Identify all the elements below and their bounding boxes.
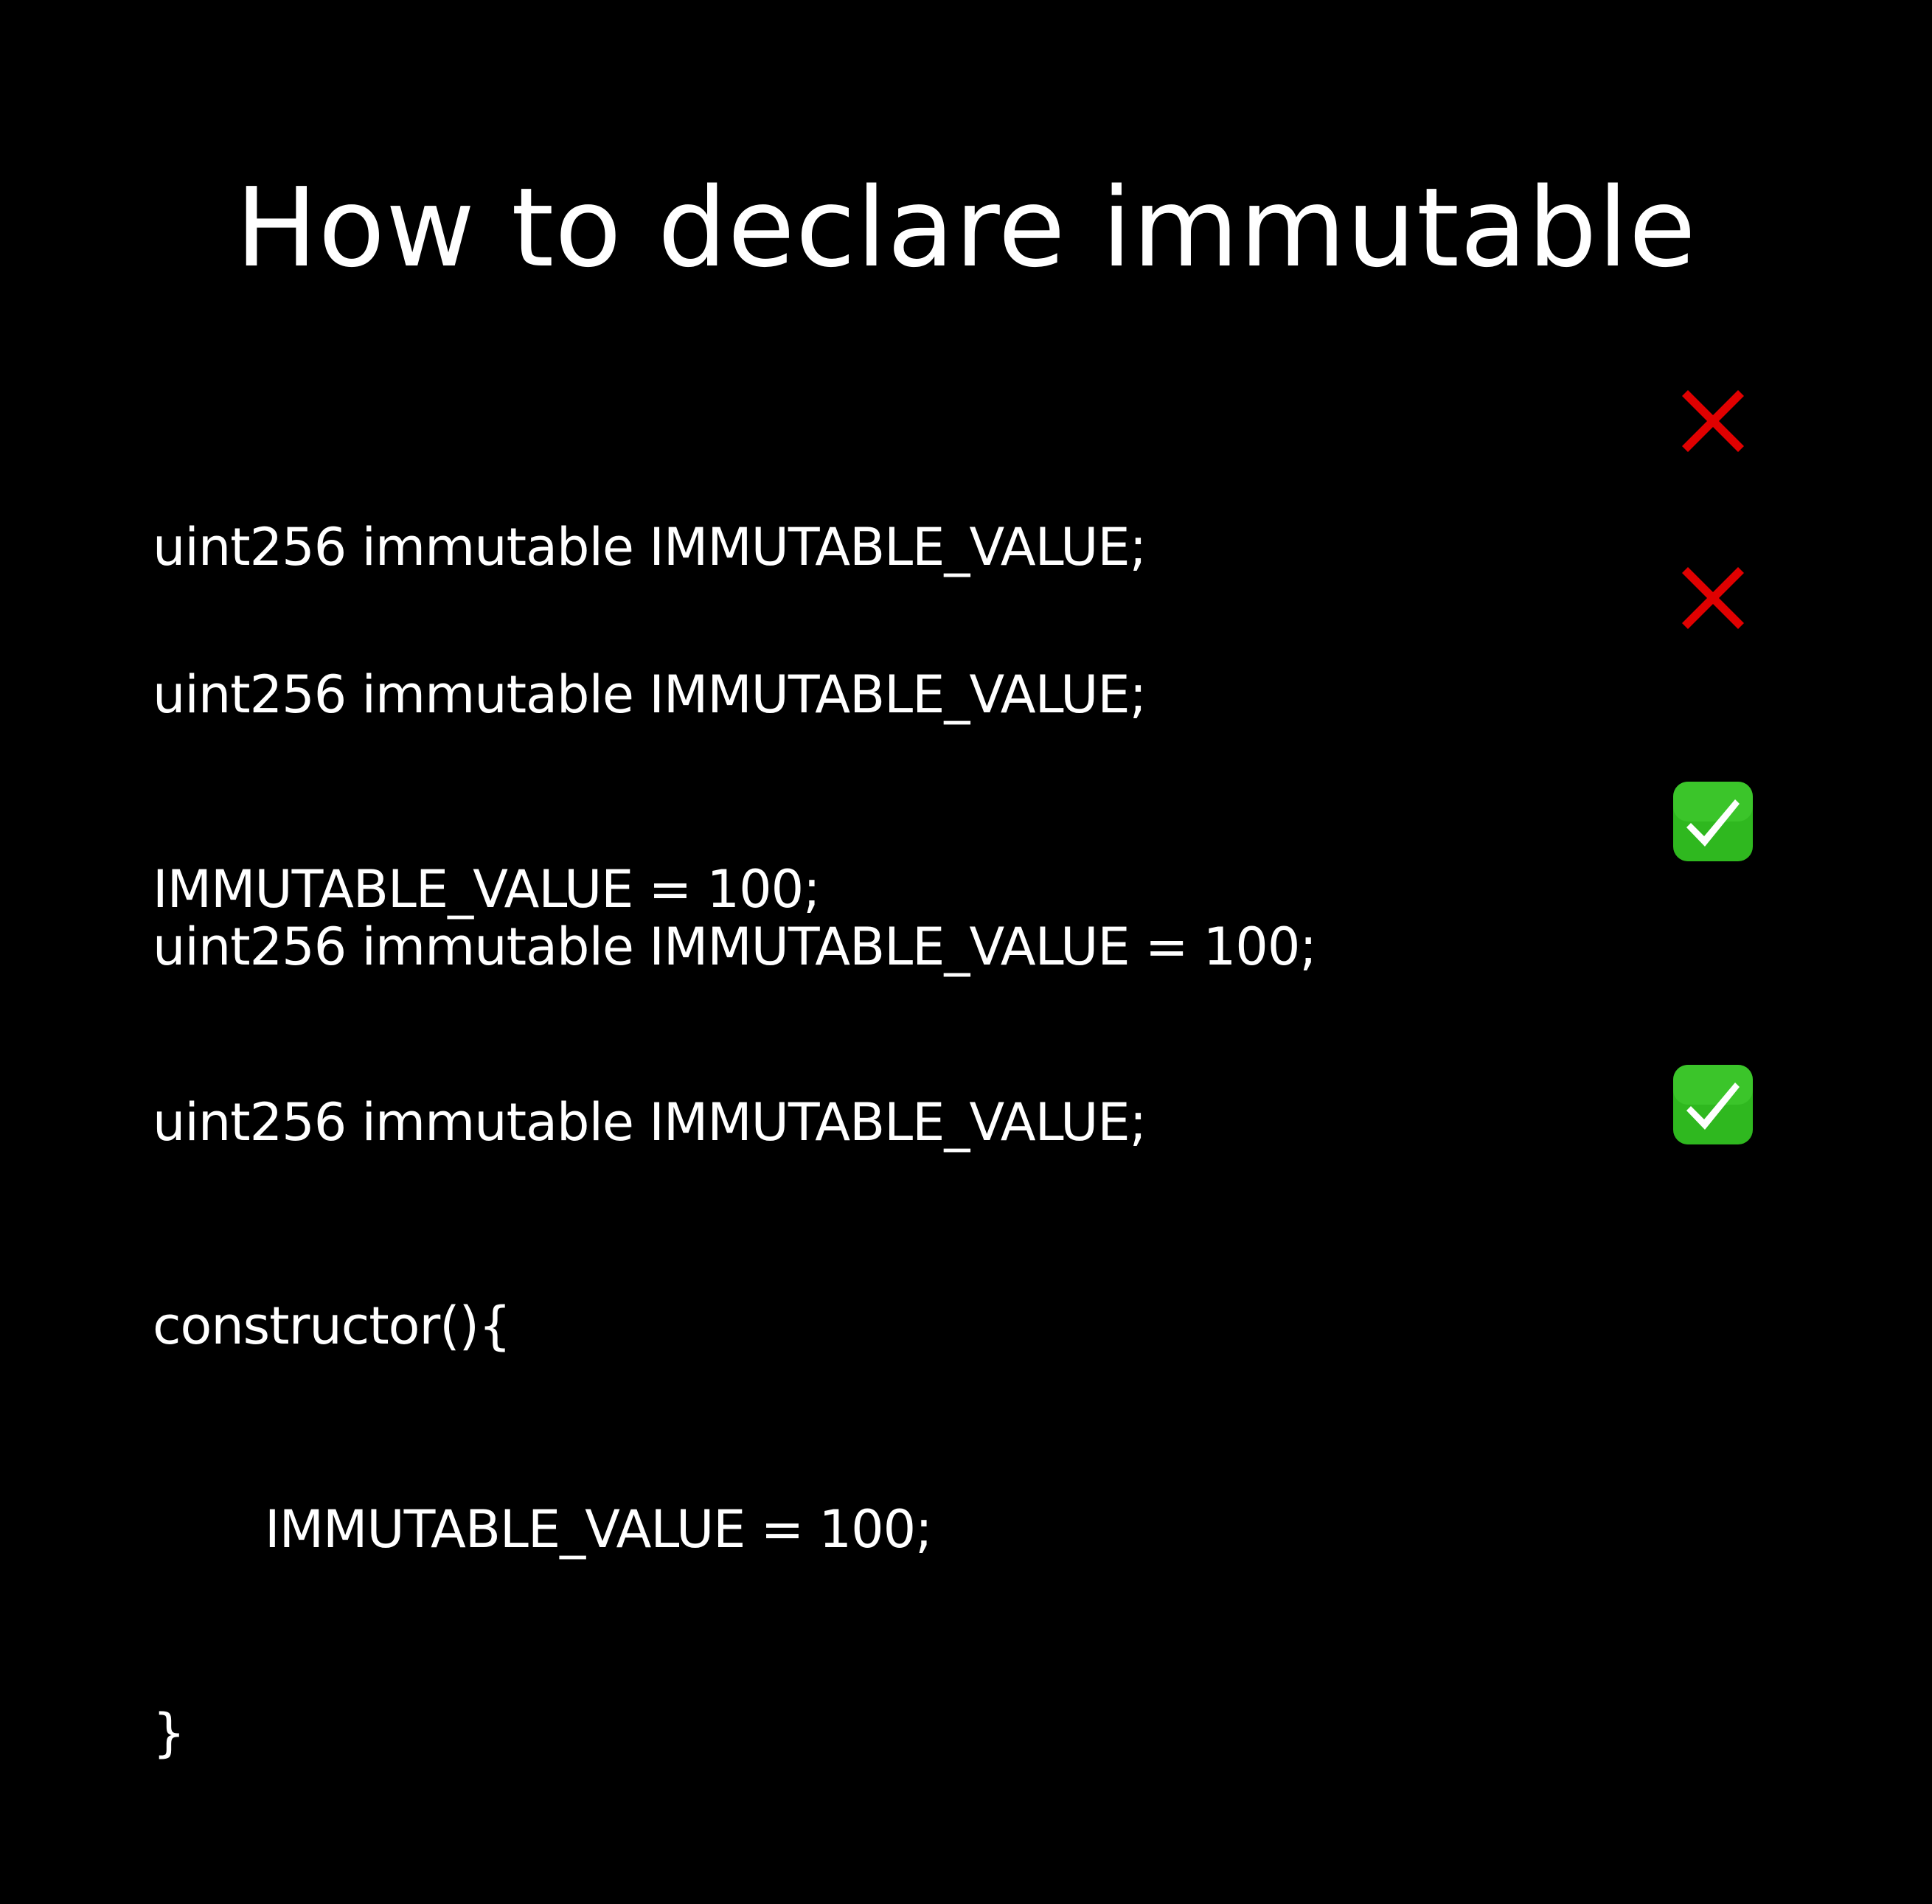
code-line: uint256 immutable IMMUTABLE_VALUE;: [153, 1092, 1147, 1153]
code-line: uint256 immutable IMMUTABLE_VALUE;: [153, 664, 1147, 725]
code-line: constructor(){: [153, 1296, 511, 1356]
code-example-4: uint256 immutable IMMUTABLE_VALUE; const…: [153, 960, 1147, 1904]
code-line: }: [153, 1703, 186, 1763]
slide-title: How to declare immutable: [235, 164, 1697, 292]
red-cross-icon: [1672, 557, 1754, 639]
slide: How to declare immutable uint256 immutab…: [0, 0, 1932, 1763]
red-cross-icon: [1672, 380, 1754, 462]
green-check-icon: [1672, 1063, 1754, 1146]
code-line-indented: IMMUTABLE_VALUE = 100;: [265, 1499, 933, 1560]
green-check-icon: [1672, 780, 1754, 863]
